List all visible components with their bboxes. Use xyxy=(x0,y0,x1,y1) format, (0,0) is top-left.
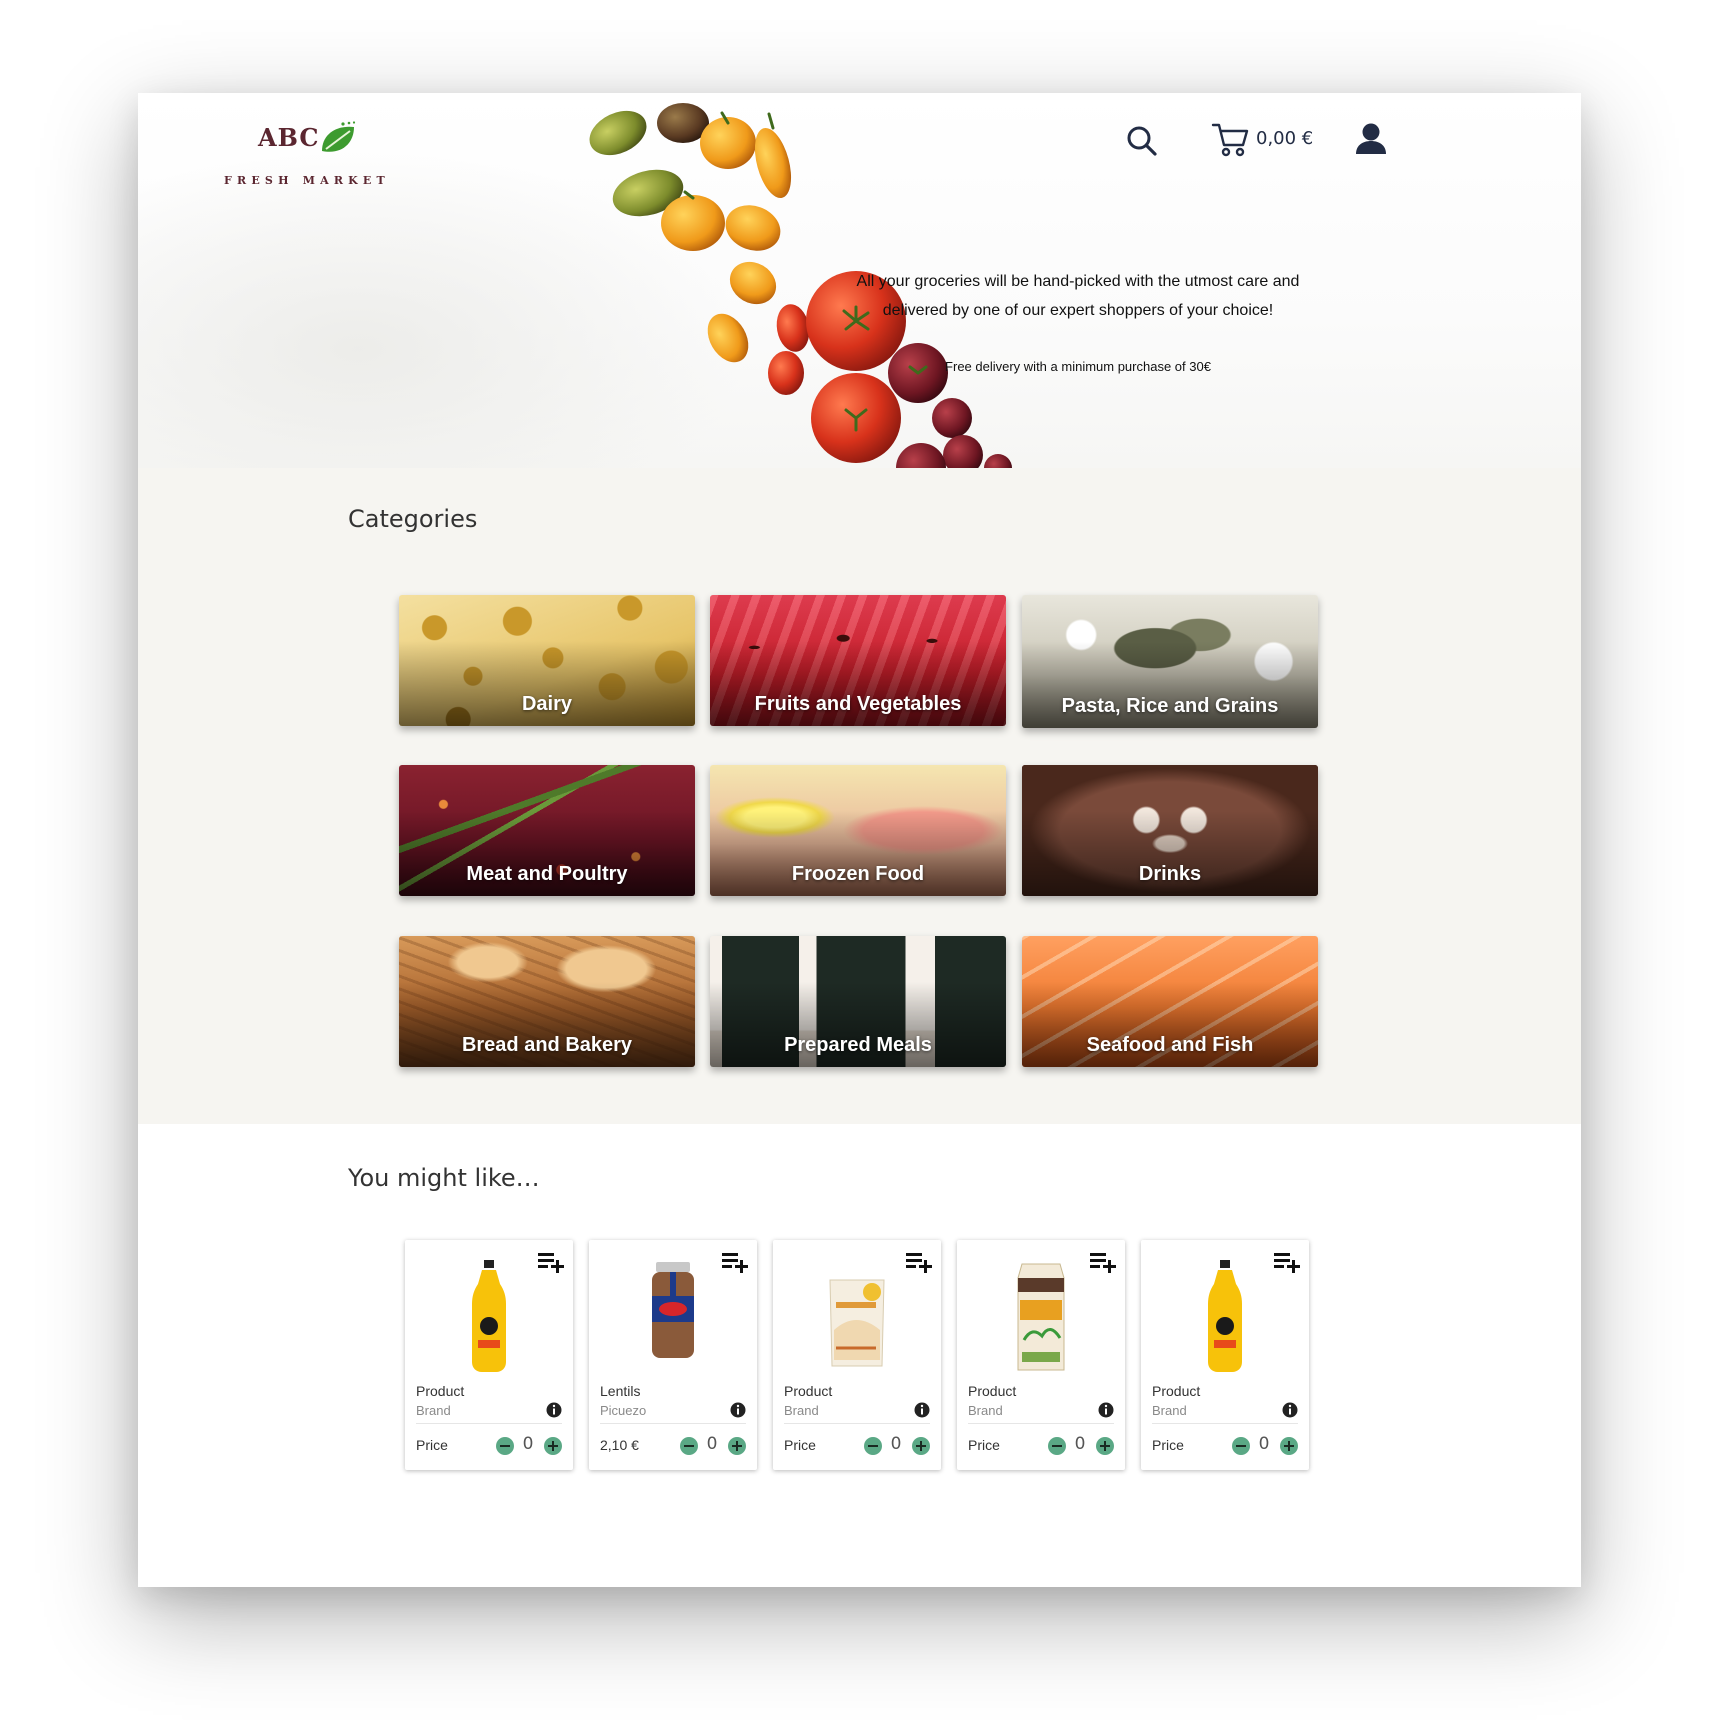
divider xyxy=(1152,1423,1298,1424)
user-icon xyxy=(1356,123,1386,154)
cart-button[interactable]: 0,00 € xyxy=(1211,121,1321,161)
quantity-value: 0 xyxy=(706,1434,718,1454)
page-frame: ABC FRESH MARKET 0,00 € All your groceri… xyxy=(138,93,1581,1587)
increase-quantity-button[interactable] xyxy=(728,1437,746,1455)
product-brand: Brand xyxy=(784,1403,819,1418)
divider xyxy=(784,1423,930,1424)
product-brand: Brand xyxy=(1152,1403,1187,1418)
category-bread-bakery[interactable]: Bread and Bakery xyxy=(399,936,695,1067)
orange-juice-bottle-image xyxy=(472,1260,506,1372)
info-icon[interactable] xyxy=(1098,1402,1114,1418)
increase-quantity-button[interactable] xyxy=(544,1437,562,1455)
search-button[interactable] xyxy=(1126,125,1158,157)
add-to-list-icon[interactable] xyxy=(905,1250,933,1274)
product-brand: Picuezo xyxy=(600,1403,647,1418)
product-price: Price xyxy=(968,1437,1000,1453)
product-card[interactable]: Lentils Picuezo 2,10 € 0 xyxy=(589,1240,757,1470)
category-frozen-food[interactable]: Froozen Food xyxy=(710,765,1006,896)
hero-banner: ABC FRESH MARKET 0,00 € All your groceri… xyxy=(138,93,1581,468)
quantity-value: 0 xyxy=(522,1434,534,1454)
product-card[interactable]: Product Brand Price 0 xyxy=(405,1240,573,1470)
delivery-note: Free delivery with a minimum purchase of… xyxy=(945,359,1211,374)
cart-total: 0,00 € xyxy=(1256,128,1314,149)
increase-quantity-button[interactable] xyxy=(912,1437,930,1455)
product-price: Price xyxy=(1152,1437,1184,1453)
add-to-list-icon[interactable] xyxy=(1089,1250,1117,1274)
cart-icon xyxy=(1211,123,1249,157)
search-icon xyxy=(1127,126,1157,156)
logo[interactable]: ABC FRESH MARKET xyxy=(224,111,385,187)
quantity-value: 0 xyxy=(1074,1434,1086,1454)
increase-quantity-button[interactable] xyxy=(1280,1437,1298,1455)
lentils-jar-image xyxy=(652,1262,694,1358)
orange-juice-bottle-image xyxy=(1208,1260,1242,1372)
category-drinks[interactable]: Drinks xyxy=(1022,765,1318,896)
category-label: Seafood and Fish xyxy=(1086,1034,1254,1056)
product-name: Product xyxy=(784,1383,833,1399)
product-price: 2,10 € xyxy=(600,1437,639,1453)
decrease-quantity-button[interactable] xyxy=(864,1437,882,1455)
oat-milk-carton-image xyxy=(1017,1263,1065,1371)
product-name: Product xyxy=(968,1383,1017,1399)
info-icon[interactable] xyxy=(730,1402,746,1418)
category-pasta-rice-grains[interactable]: Pasta, Rice and Grains xyxy=(1022,595,1318,728)
divider xyxy=(600,1423,746,1424)
add-to-list-icon[interactable] xyxy=(1273,1250,1301,1274)
recommendations-title: You might like… xyxy=(348,1164,540,1192)
decrease-quantity-button[interactable] xyxy=(1232,1437,1250,1455)
info-icon[interactable] xyxy=(1282,1402,1298,1418)
product-price: Price xyxy=(416,1437,448,1453)
category-label: Meat and Poultry xyxy=(466,863,628,885)
logo-name: ABC xyxy=(258,123,320,152)
category-label: Prepared Meals xyxy=(784,1034,932,1056)
quantity-value: 0 xyxy=(1258,1434,1270,1454)
category-meat-poultry[interactable]: Meat and Poultry xyxy=(399,765,695,896)
category-label: Bread and Bakery xyxy=(461,1034,633,1056)
category-label: Drinks xyxy=(1138,863,1202,885)
info-icon[interactable] xyxy=(914,1402,930,1418)
category-label: Froozen Food xyxy=(791,863,925,885)
product-card[interactable]: Product Brand Price 0 xyxy=(957,1240,1125,1470)
category-seafood-fish[interactable]: Seafood and Fish xyxy=(1022,936,1318,1067)
leaf-icon xyxy=(322,121,356,152)
add-to-list-icon[interactable] xyxy=(721,1250,749,1274)
hero-tagline: All your groceries will be hand-picked w… xyxy=(838,267,1318,325)
category-prepared-meals[interactable]: Prepared Meals xyxy=(710,936,1006,1067)
product-name: Lentils xyxy=(600,1383,641,1399)
increase-quantity-button[interactable] xyxy=(1096,1437,1114,1455)
categories-section: Categories Dairy Fruits and Vegetables P… xyxy=(138,468,1581,1124)
category-label: Dairy xyxy=(521,693,573,715)
tagline-line-1: All your groceries will be hand-picked w… xyxy=(856,273,1300,290)
decrease-quantity-button[interactable] xyxy=(1048,1437,1066,1455)
product-card[interactable]: Product Brand Price 0 xyxy=(773,1240,941,1470)
divider xyxy=(968,1423,1114,1424)
category-label: Pasta, Rice and Grains xyxy=(1061,695,1279,717)
product-brand: Brand xyxy=(416,1403,451,1418)
category-fruits-vegetables[interactable]: Fruits and Vegetables xyxy=(710,595,1006,726)
tagline-line-2: delivered by one of our expert shoppers … xyxy=(882,302,1274,319)
category-dairy[interactable]: Dairy xyxy=(399,595,695,726)
product-name: Product xyxy=(1152,1383,1201,1399)
categories-title: Categories xyxy=(348,505,478,533)
product-price: Price xyxy=(784,1437,816,1453)
bag-image xyxy=(829,1279,885,1367)
divider xyxy=(416,1423,562,1424)
quantity-value: 0 xyxy=(890,1434,902,1454)
product-name: Product xyxy=(416,1383,465,1399)
info-icon[interactable] xyxy=(546,1402,562,1418)
decrease-quantity-button[interactable] xyxy=(680,1437,698,1455)
logo-subtitle: FRESH MARKET xyxy=(224,174,390,187)
account-button[interactable] xyxy=(1353,121,1389,157)
decrease-quantity-button[interactable] xyxy=(496,1437,514,1455)
product-card[interactable]: Product Brand Price 0 xyxy=(1141,1240,1309,1470)
add-to-list-icon[interactable] xyxy=(537,1250,565,1274)
product-brand: Brand xyxy=(968,1403,1003,1418)
category-label: Fruits and Vegetables xyxy=(754,693,962,715)
